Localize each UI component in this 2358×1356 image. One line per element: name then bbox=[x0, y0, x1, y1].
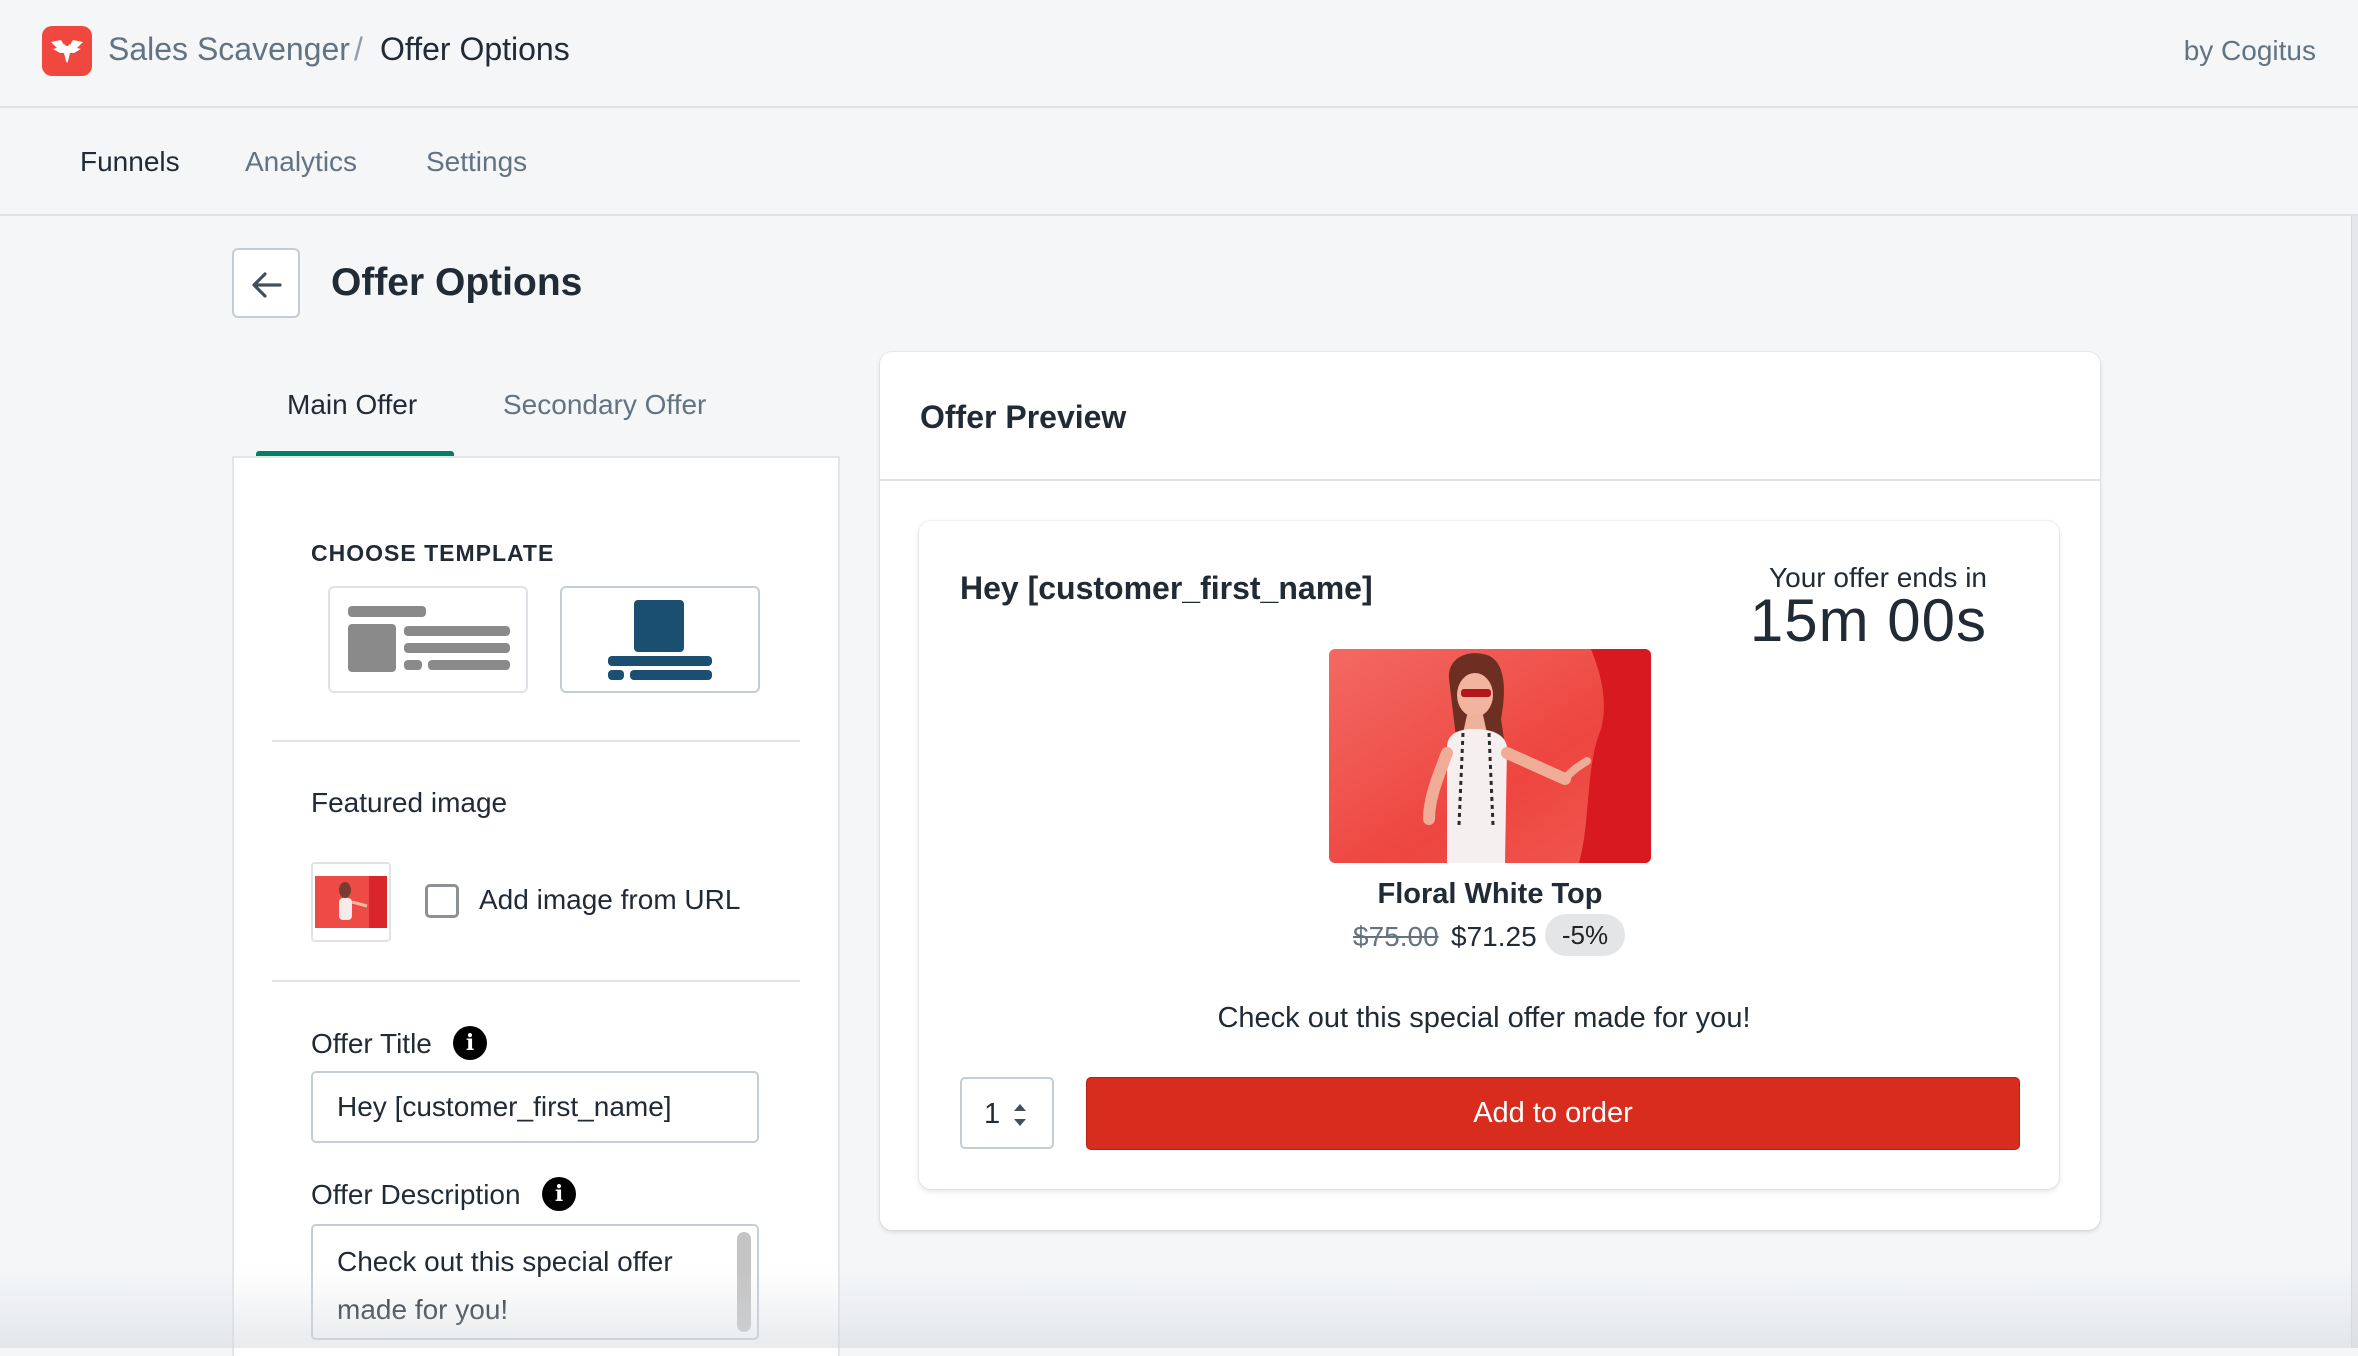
choose-template-heading: CHOOSE TEMPLATE bbox=[311, 540, 555, 566]
arrow-left-icon bbox=[252, 272, 282, 298]
info-icon[interactable]: i bbox=[542, 1177, 576, 1211]
quantity-value: 1 bbox=[984, 1098, 1001, 1130]
breadcrumb-page-name: Offer Options bbox=[380, 31, 570, 67]
template-option-vertical[interactable] bbox=[560, 586, 760, 693]
featured-image-thumbnail[interactable] bbox=[311, 862, 391, 942]
back-button[interactable] bbox=[232, 248, 300, 318]
nav-funnels[interactable]: Funnels bbox=[80, 146, 180, 178]
offer-preview-title: Offer Preview bbox=[920, 399, 1127, 435]
sale-price: $71.25 bbox=[1451, 921, 1537, 952]
tab-main-offer[interactable]: Main Offer bbox=[287, 389, 417, 421]
add-to-order-button[interactable]: Add to order bbox=[1086, 1077, 2020, 1150]
offer-title-label: Offer Title bbox=[311, 1028, 432, 1059]
countdown-timer: 15m 00s bbox=[1749, 587, 1987, 654]
breadcrumb-app-name[interactable]: Sales Scavenger bbox=[108, 31, 350, 68]
horizontal-layout-icon bbox=[348, 606, 510, 672]
offer-description-preview: Check out this special offer made for yo… bbox=[1217, 1002, 1751, 1034]
featured-image-label: Featured image bbox=[311, 787, 508, 818]
page-scrollbar-track[interactable] bbox=[2351, 216, 2358, 1348]
discount-badge: -5% bbox=[1545, 914, 1625, 956]
template-option-horizontal[interactable] bbox=[328, 586, 528, 693]
offer-title-input[interactable]: Hey [customer_first_name] bbox=[311, 1071, 759, 1143]
quantity-stepper[interactable]: 1 bbox=[960, 1077, 1054, 1149]
section-divider bbox=[272, 740, 800, 742]
textarea-scrollbar[interactable] bbox=[737, 1232, 751, 1332]
add-image-url-label[interactable]: Add image from URL bbox=[479, 884, 740, 916]
page-title: Offer Options bbox=[331, 261, 583, 304]
stepper-arrows-icon[interactable] bbox=[1010, 1100, 1030, 1130]
add-image-url-checkbox[interactable] bbox=[425, 884, 459, 918]
breadcrumb-separator: / bbox=[354, 31, 363, 67]
app-header: Sales Scavenger / Offer Options by Cogit… bbox=[0, 0, 2358, 108]
info-icon[interactable]: i bbox=[453, 1026, 487, 1060]
eagle-logo-icon bbox=[42, 26, 92, 76]
main-nav: Funnels Analytics Settings bbox=[0, 108, 2358, 216]
tab-secondary-offer[interactable]: Secondary Offer bbox=[503, 389, 706, 421]
offer-description-text: Check out this special offer made for yo… bbox=[337, 1246, 673, 1325]
section-divider bbox=[272, 980, 800, 982]
nav-settings[interactable]: Settings bbox=[426, 146, 527, 178]
product-name: Floral White Top bbox=[1377, 878, 1603, 910]
preview-divider bbox=[880, 479, 2100, 481]
developer-byline: by Cogitus bbox=[2183, 35, 2316, 66]
product-image bbox=[1329, 649, 1651, 863]
offer-description-textarea[interactable]: Check out this special offer made for yo… bbox=[311, 1224, 759, 1340]
vertical-layout-icon bbox=[608, 600, 712, 680]
original-price: $75.00 bbox=[1353, 921, 1439, 952]
offer-description-label: Offer Description bbox=[311, 1179, 521, 1210]
offer-greeting: Hey [customer_first_name] bbox=[960, 570, 1373, 606]
nav-analytics[interactable]: Analytics bbox=[245, 146, 357, 178]
